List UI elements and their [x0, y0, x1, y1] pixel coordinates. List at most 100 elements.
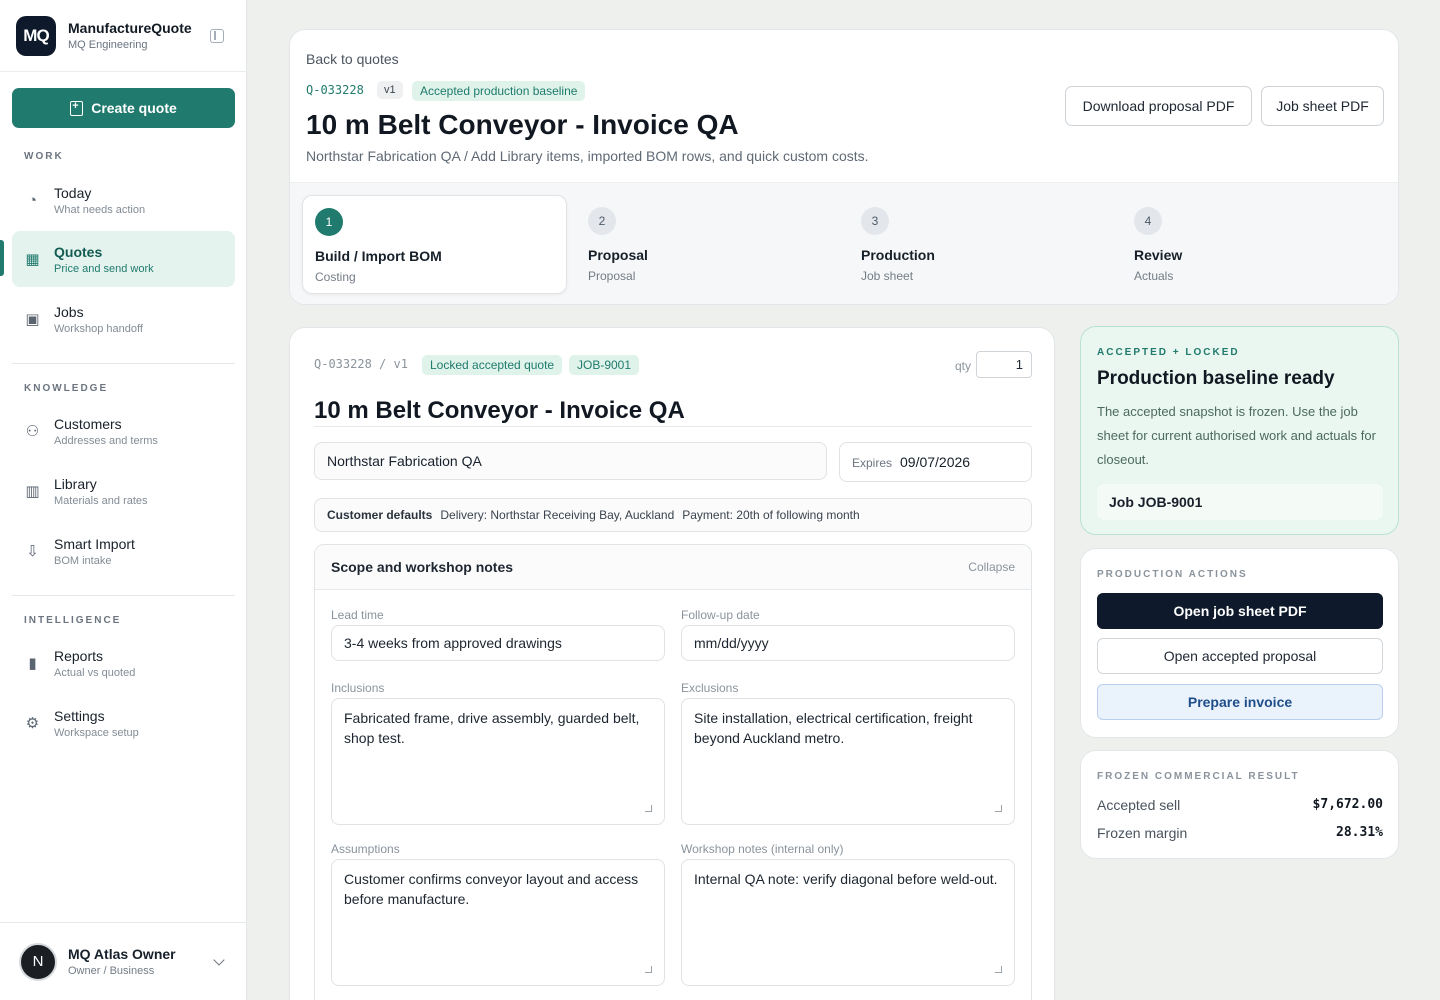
open-job-sheet-pdf-button[interactable]: Open job sheet PDF — [1097, 593, 1383, 629]
step-number: 1 — [315, 208, 343, 236]
lead-time-label: Lead time — [331, 608, 384, 622]
sidebar-item-settings[interactable]: ⚙ Settings Workspace setup — [12, 695, 235, 751]
workshop-notes-textarea[interactable]: Internal QA note: verify diagonal before… — [681, 859, 1015, 986]
nav-title: Library — [54, 475, 97, 492]
sidebar-item-customers[interactable]: ⚇ Customers Addresses and terms — [12, 403, 235, 459]
defaults-label: Customer defaults — [327, 508, 433, 522]
step-title: Review — [1134, 247, 1183, 263]
collapse-button[interactable]: Collapse — [968, 560, 1015, 574]
prepare-invoice-button[interactable]: Prepare invoice — [1097, 684, 1383, 720]
quote-title: 10 m Belt Conveyor - Invoice QA — [314, 397, 685, 424]
step-review[interactable]: 4 Review Actuals — [1122, 195, 1387, 294]
assumptions-textarea[interactable]: Customer confirms conveyor layout and ac… — [331, 859, 665, 986]
job-link[interactable]: Job JOB-9001 — [1097, 484, 1383, 520]
locked-quote-badge: Locked accepted quote — [422, 355, 563, 375]
user-menu[interactable]: N MQ Atlas Owner Owner / Business — [0, 922, 247, 1000]
nav-sub: Workspace setup — [54, 726, 139, 739]
inclusions-label: Inclusions — [331, 681, 385, 695]
nav-title: Jobs — [54, 303, 84, 320]
step-sub: Actuals — [1134, 269, 1174, 283]
sidebar-item-jobs[interactable]: ▣ Jobs Workshop handoff — [12, 291, 235, 347]
status-badge: Accepted production baseline — [412, 81, 586, 101]
qty-label: qty — [955, 359, 972, 373]
customer-field[interactable]: Northstar Fabrication QA — [314, 442, 827, 480]
calculator-icon: ▦ — [25, 251, 40, 268]
collapse-sidebar-icon[interactable] — [210, 29, 224, 43]
qty-input[interactable]: 1 — [976, 351, 1032, 378]
expires-value: 09/07/2026 — [900, 454, 971, 470]
step-production[interactable]: 3 Production Job sheet — [849, 195, 1114, 294]
library-icon: ▥ — [25, 483, 40, 500]
frozen-margin-label: Frozen margin — [1097, 825, 1188, 841]
sidebar-item-today[interactable]: ◔ Today What needs action — [12, 172, 235, 228]
users-icon: ⚇ — [25, 423, 40, 440]
quote-reference: Q-033228 / v1 — [314, 357, 408, 371]
payment-default: Payment: 20th of following month — [682, 508, 860, 522]
app-name: ManufactureQuote — [68, 20, 192, 36]
scope-panel: Scope and workshop notes Collapse Lead t… — [314, 544, 1032, 1000]
nav-title: Today — [54, 184, 92, 201]
nav-title: Customers — [54, 415, 122, 432]
sidebar-item-quotes[interactable]: ▦ Quotes Price and send work — [12, 231, 235, 287]
nav-sub: Materials and rates — [54, 494, 148, 507]
actions-eyebrow: PRODUCTION ACTIONS — [1097, 569, 1248, 580]
customer-defaults: Customer defaults Delivery: Northstar Rec… — [314, 498, 1032, 532]
back-to-quotes-link[interactable]: Back to quotes — [306, 51, 399, 67]
step-build-import-bom[interactable]: 1 Build / Import BOM Costing — [302, 195, 567, 294]
followup-date-input[interactable]: mm/dd/yyyy — [681, 625, 1015, 661]
open-accepted-proposal-button[interactable]: Open accepted proposal — [1097, 638, 1383, 674]
quote-header: Back to quotes Q-033228 v1 Accepted prod… — [289, 29, 1399, 305]
briefcase-icon: ▣ — [25, 311, 40, 328]
sidebar-item-library[interactable]: ▥ Library Materials and rates — [12, 463, 235, 519]
quote-editor: Q-033228 / v1 Locked accepted quote JOB-… — [289, 327, 1055, 1000]
exclusions-label: Exclusions — [681, 681, 739, 695]
nav-sub: Actual vs quoted — [54, 666, 136, 679]
quote-id: Q-033228 — [306, 83, 364, 97]
lead-time-input[interactable]: 3-4 weeks from approved drawings — [331, 625, 665, 661]
scope-header: Scope and workshop notes Collapse — [315, 545, 1031, 590]
new-document-icon — [70, 100, 84, 116]
download-proposal-pdf-button[interactable]: Download proposal PDF — [1065, 86, 1252, 126]
user-role: Owner / Business — [68, 965, 155, 977]
frozen-result-card: FROZEN COMMERCIAL RESULT Accepted sell $… — [1080, 750, 1399, 859]
followup-date-label: Follow-up date — [681, 608, 760, 622]
inclusions-textarea[interactable]: Fabricated frame, drive assembly, guarde… — [331, 698, 665, 825]
step-title: Production — [861, 247, 935, 263]
chevron-down-icon — [213, 954, 225, 966]
title-underline — [314, 426, 1032, 427]
job-sheet-pdf-button[interactable]: Job sheet PDF — [1261, 86, 1384, 126]
frozen-margin-value: 28.31% — [1336, 825, 1383, 840]
section-label-knowledge: KNOWLEDGE — [24, 383, 109, 394]
org-name: MQ Engineering — [68, 39, 148, 51]
import-icon: ⇩ — [26, 543, 39, 560]
expires-label: Expires — [852, 456, 893, 470]
sidebar: MQ ManufactureQuote MQ Engineering Creat… — [0, 0, 247, 1000]
step-sub: Proposal — [588, 269, 636, 283]
create-quote-button[interactable]: Create quote — [12, 88, 235, 128]
gear-icon: ⚙ — [25, 715, 40, 732]
step-number: 3 — [861, 207, 889, 235]
step-proposal[interactable]: 2 Proposal Proposal — [576, 195, 841, 294]
step-sub: Job sheet — [861, 269, 914, 283]
nav-sub: Price and send work — [54, 262, 154, 275]
baseline-title: Production baseline ready — [1097, 368, 1335, 389]
nav-title: Quotes — [54, 243, 103, 260]
nav-title: Reports — [54, 647, 104, 664]
baseline-eyebrow: ACCEPTED + LOCKED — [1097, 347, 1240, 358]
sidebar-item-reports[interactable]: ▮ Reports Actual vs quoted — [12, 635, 235, 691]
sidebar-item-smart-import[interactable]: ⇩ Smart Import BOM intake — [12, 523, 235, 579]
active-indicator — [0, 240, 4, 276]
scope-title: Scope and workshop notes — [331, 559, 514, 575]
nav-sub: BOM intake — [54, 554, 112, 567]
delivery-default: Delivery: Northstar Receiving Bay, Auckl… — [440, 508, 675, 522]
nav-title: Settings — [54, 707, 105, 724]
assumptions-label: Assumptions — [331, 842, 400, 856]
section-label-work: WORK — [24, 151, 64, 162]
brand: MQ ManufactureQuote MQ Engineering — [0, 0, 246, 72]
step-number: 4 — [1134, 207, 1162, 235]
step-title: Build / Import BOM — [315, 248, 442, 264]
nav-sub: Workshop handoff — [54, 322, 143, 335]
bar-chart-icon: ▮ — [28, 655, 37, 672]
exclusions-textarea[interactable]: Site installation, electrical certificat… — [681, 698, 1015, 825]
expires-field[interactable]: Expires 09/07/2026 — [839, 442, 1032, 482]
